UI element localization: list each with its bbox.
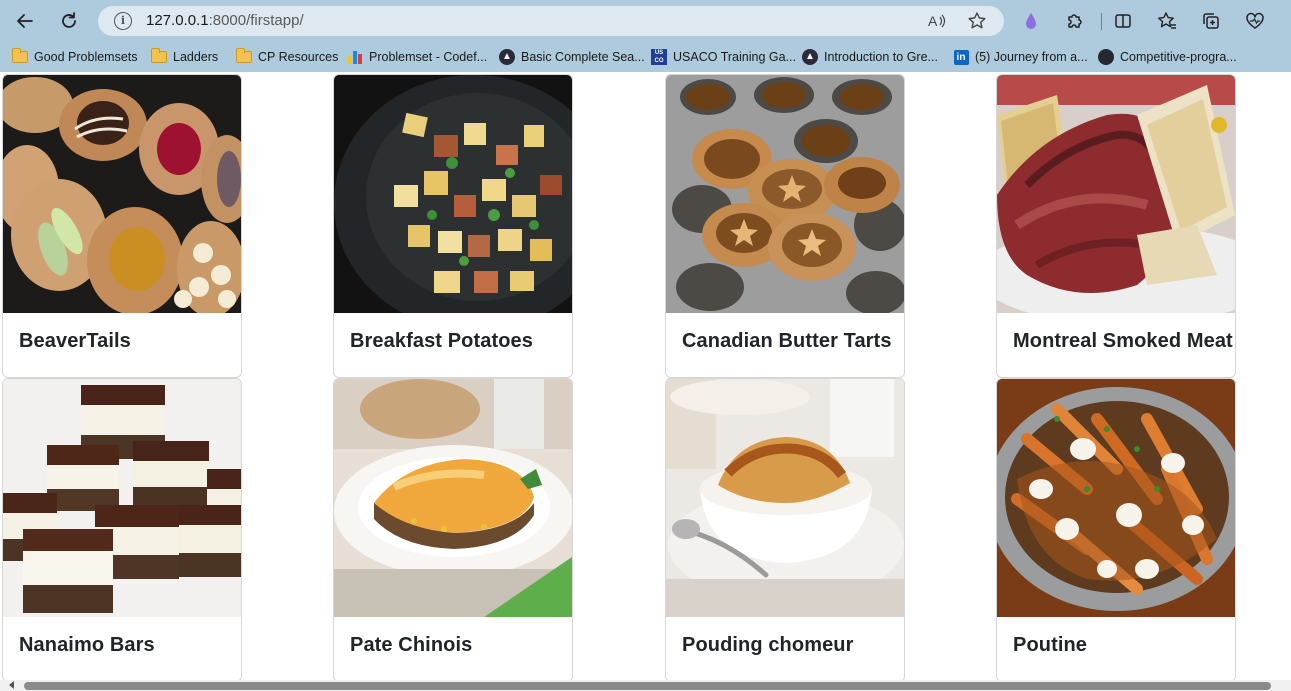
pouding-chomeur-photo [666, 379, 904, 617]
food-card-nanaimo-bars[interactable]: Nanaimo Bars [2, 378, 242, 682]
browser-toolbar: i 127.0.0.1:8000/firstapp/ A [0, 0, 1291, 42]
bookmark-codeforces-problemset[interactable]: Problemset - Codef... [347, 46, 487, 68]
poutine-photo [997, 379, 1235, 617]
horizontal-scrollbar[interactable] [0, 680, 1291, 691]
favorite-button[interactable] [966, 10, 988, 32]
bookmarks-bar: Good Problemsets Ladders CP Resources Pr… [0, 42, 1291, 72]
bookmark-label: Basic Complete Sea... [521, 50, 645, 64]
reload-button[interactable] [56, 8, 82, 34]
smoked-meat-photo [997, 75, 1235, 313]
bookmark-cp-resources[interactable]: CP Resources [236, 46, 338, 68]
extensions-button[interactable] [1063, 9, 1087, 33]
bookmark-label: Problemset - Codef... [369, 50, 488, 64]
favorites-button[interactable] [1155, 9, 1179, 33]
url-path: :8000/firstapp/ [208, 12, 304, 29]
star-icon [968, 12, 986, 29]
beavertails-photo [3, 75, 241, 313]
card-title: Pouding chomeur [682, 634, 854, 656]
puzzle-icon [1068, 14, 1082, 28]
droplet-icon [1026, 13, 1036, 29]
codeforces-icon [347, 49, 363, 65]
food-card-pate-chinois[interactable]: Pate Chinois [333, 378, 573, 682]
scroll-left-arrow-icon[interactable] [9, 681, 14, 689]
card-title: Montreal Smoked Meat [1013, 330, 1233, 352]
card-title: Nanaimo Bars [19, 634, 155, 656]
bookmark-label: Good Problemsets [34, 50, 138, 64]
heart-pulse-icon [1246, 12, 1264, 29]
bookmark-good-problemsets[interactable]: Good Problemsets [12, 46, 138, 68]
bookmark-label: USACO Training Ga... [673, 50, 796, 64]
food-card-poutine[interactable]: Poutine [996, 378, 1236, 682]
back-button[interactable] [12, 8, 38, 34]
food-card-breakfast-potatoes[interactable]: Breakfast Potatoes [333, 74, 573, 378]
card-title: BeaverTails [19, 330, 131, 352]
collections-button[interactable] [1199, 9, 1223, 33]
triangle-logo-icon: ▲ [802, 49, 818, 65]
github-icon [1098, 49, 1114, 65]
nanaimo-bars-photo [3, 379, 241, 617]
bookmark-label: Ladders [173, 50, 219, 64]
back-arrow-icon [17, 14, 33, 28]
bookmark-basic-complete-search[interactable]: ▲ Basic Complete Sea... [499, 46, 645, 68]
bookmark-ladders[interactable]: Ladders [151, 46, 218, 68]
bookmark-label: Introduction to Gre... [824, 50, 938, 64]
usaco-icon: US CO [651, 49, 667, 65]
scrollbar-thumb[interactable] [24, 682, 1271, 690]
collections-icon [1203, 13, 1219, 29]
breakfast-potatoes-photo [334, 75, 572, 313]
bookmark-introduction-to-greedy[interactable]: ▲ Introduction to Gre... [802, 46, 938, 68]
split-screen-button[interactable] [1111, 9, 1135, 33]
pate-chinois-photo [334, 379, 572, 617]
site-info-icon[interactable]: i [114, 12, 132, 30]
read-aloud-icon: A [928, 13, 946, 29]
browser-essentials-button[interactable] [1243, 9, 1267, 33]
card-title: Canadian Butter Tarts [682, 330, 892, 352]
svg-text:A: A [928, 13, 938, 29]
url-host: 127.0.0.1 [146, 12, 209, 29]
address-bar[interactable]: i 127.0.0.1:8000/firstapp/ A [98, 6, 1004, 36]
card-title: Breakfast Potatoes [350, 330, 533, 352]
folder-icon [236, 48, 252, 65]
butter-tarts-photo [666, 75, 904, 313]
split-screen-icon [1115, 14, 1131, 28]
triangle-logo-icon: ▲ [499, 49, 515, 65]
card-title: Poutine [1013, 634, 1088, 656]
favorites-icon [1158, 12, 1176, 29]
browser-chrome: i 127.0.0.1:8000/firstapp/ A Good Proble… [0, 0, 1291, 72]
food-card-montreal-smoked-meat[interactable]: Montreal Smoked Meat [996, 74, 1236, 378]
bookmark-label: (5) Journey from a... [975, 50, 1088, 64]
bookmark-usaco-training[interactable]: US CO USACO Training Ga... [651, 46, 796, 68]
reload-icon [62, 12, 76, 28]
url-text[interactable]: 127.0.0.1:8000/firstapp/ [146, 12, 304, 29]
read-aloud-button[interactable]: A [926, 10, 948, 32]
bookmark-label: Competitive-progra... [1120, 50, 1237, 64]
page-content: BeaverTails Breakfast Potatoes Canadian … [0, 72, 1291, 691]
bookmark-competitive-programming[interactable]: Competitive-progra... [1098, 46, 1237, 68]
linkedin-icon: in [953, 49, 969, 65]
food-card-pouding-chomeur[interactable]: Pouding chomeur [665, 378, 905, 682]
toolbar-separator [1101, 13, 1102, 30]
folder-icon [12, 48, 28, 65]
food-card-beavertails[interactable]: BeaverTails [2, 74, 242, 378]
food-card-canadian-butter-tarts[interactable]: Canadian Butter Tarts [665, 74, 905, 378]
folder-icon [151, 48, 167, 65]
bookmark-linkedin-journey[interactable]: in (5) Journey from a... [953, 46, 1088, 68]
card-title: Pate Chinois [350, 634, 473, 656]
extension-button[interactable] [1019, 9, 1043, 33]
bookmark-label: CP Resources [258, 50, 339, 64]
